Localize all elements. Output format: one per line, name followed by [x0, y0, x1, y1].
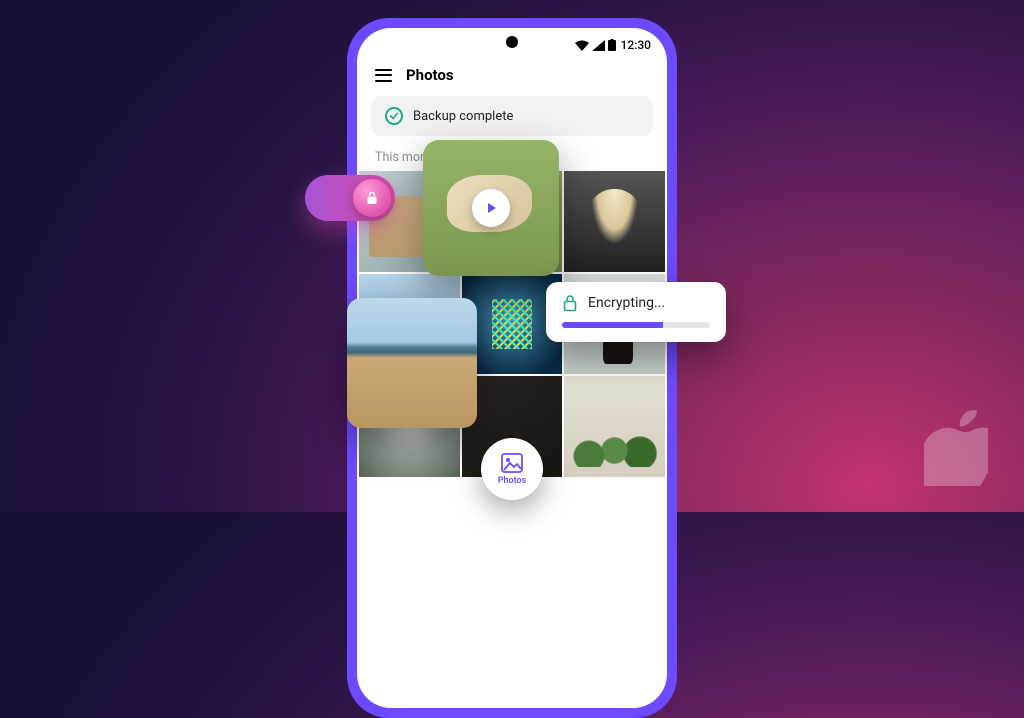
app-header: Photos: [357, 56, 667, 96]
battery-icon: [608, 39, 616, 51]
photo-thumbnail[interactable]: [564, 376, 665, 477]
floating-video-card[interactable]: [423, 140, 559, 276]
lock-icon: [364, 190, 380, 206]
image-icon: [501, 453, 523, 473]
check-circle-icon: [385, 107, 403, 125]
camera-notch: [506, 36, 518, 48]
banner-text: Backup complete: [413, 109, 513, 124]
photos-fab[interactable]: Photos: [481, 438, 543, 500]
progress-bar: [562, 322, 710, 328]
status-icons: [575, 39, 616, 51]
backup-banner[interactable]: Backup complete: [371, 96, 653, 136]
page-title: Photos: [406, 66, 454, 84]
wifi-icon: [575, 40, 589, 51]
status-time: 12:30: [621, 38, 651, 52]
play-icon[interactable]: [472, 189, 510, 227]
encrypting-label: Encrypting...: [588, 295, 665, 311]
apple-logo-icon: [924, 410, 988, 486]
fab-label: Photos: [498, 476, 527, 486]
signal-icon: [592, 40, 605, 51]
menu-icon[interactable]: [375, 69, 392, 82]
progress-fill: [562, 322, 663, 328]
lock-toggle[interactable]: [305, 175, 395, 221]
lock-outline-icon: [562, 294, 578, 312]
floating-photo-card[interactable]: [347, 298, 477, 428]
encrypting-card: Encrypting...: [546, 282, 726, 342]
photo-thumbnail[interactable]: [564, 171, 665, 272]
lock-toggle-knob: [353, 179, 391, 217]
